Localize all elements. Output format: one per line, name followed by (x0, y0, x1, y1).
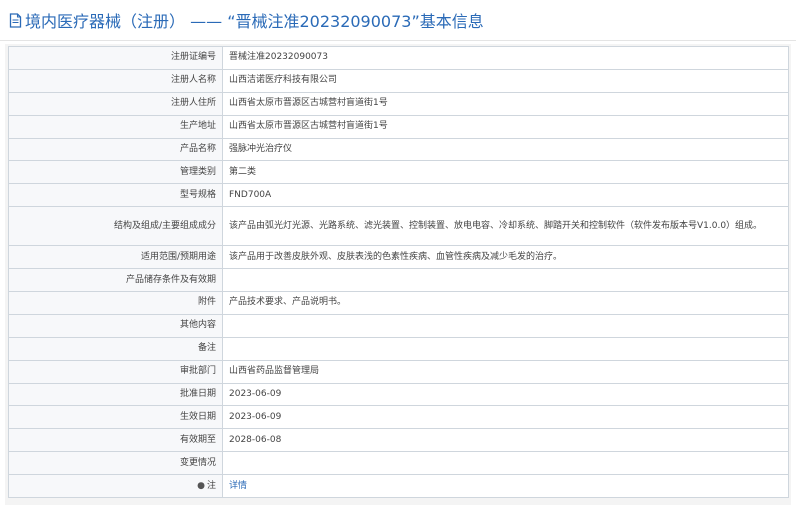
row-value: 该产品用于改善皮肤外观、皮肤表浅的色素性疾病、血管性疾病及减少毛发的治疗。 (222, 245, 789, 270)
pin-icon: ● (197, 480, 205, 491)
page-title: 境内医疗器械（注册） —— “晋械注准20232090073”基本信息 (25, 8, 484, 32)
row-value: 产品技术要求、产品说明书。 (222, 291, 789, 315)
row-label: 审批部门 (8, 359, 223, 384)
table-row: ● 注 详情 (8, 474, 789, 499)
row-label: 注册证编号 (8, 46, 223, 70)
row-value: 详情 (222, 474, 789, 499)
note-label-text: 注 (206, 480, 216, 491)
table-row: 产品名称 强脉冲光治疗仪 (8, 137, 789, 162)
table-row: 适用范围/预期用途 该产品用于改善皮肤外观、皮肤表浅的色素性疾病、血管性疾病及减… (8, 245, 789, 270)
row-label: 备注 (8, 336, 223, 361)
row-value: 2023-06-09 (222, 405, 789, 430)
title-dash: —— (185, 12, 228, 31)
info-table: 注册证编号 晋械注准20232090073 注册人名称 山西洁诺医疗科技有限公司… (8, 46, 789, 499)
table-row: 备注 (8, 336, 789, 361)
row-value: 山西省太原市晋源区古城营村盲道街1号 (222, 91, 789, 116)
table-row: 附件 产品技术要求、产品说明书。 (8, 291, 789, 315)
note-row-label: ● 注 (8, 474, 223, 499)
row-value: 2023-06-09 (222, 382, 789, 407)
table-row: 其他内容 (8, 313, 789, 338)
table-row: 变更情况 (8, 451, 789, 476)
row-value: 晋械注准20232090073 (222, 46, 789, 70)
table-row: 生产地址 山西省太原市晋源区古城营村盲道街1号 (8, 114, 789, 139)
page-header: 境内医疗器械（注册） —— “晋械注准20232090073”基本信息 (0, 0, 796, 40)
table-row: 产品储存条件及有效期 (8, 268, 789, 293)
table-row: 注册人名称 山西洁诺医疗科技有限公司 (8, 68, 789, 93)
row-label: 批准日期 (8, 382, 223, 407)
row-value: 强脉冲光治疗仪 (222, 137, 789, 162)
row-label: 生产地址 (8, 114, 223, 139)
table-row: 生效日期 2023-06-09 (8, 405, 789, 430)
table-row: 结构及组成/主要组成成分 该产品由弧光灯光源、光路系统、滤光装置、控制装置、放电… (8, 206, 789, 247)
row-value (222, 336, 789, 361)
row-value: 山西洁诺医疗科技有限公司 (222, 68, 789, 93)
row-label: 附件 (8, 291, 223, 315)
document-icon (8, 12, 22, 28)
title-record: “晋械注准20232090073”基本信息 (227, 12, 484, 31)
row-label: 生效日期 (8, 405, 223, 430)
row-label: 适用范围/预期用途 (8, 245, 223, 270)
row-value: 山西省药品监督管理局 (222, 359, 789, 384)
row-label: 注册人名称 (8, 68, 223, 93)
row-label: 产品储存条件及有效期 (8, 268, 223, 293)
details-link[interactable]: 详情 (229, 481, 247, 491)
table-row: 注册人住所 山西省太原市晋源区古城营村盲道街1号 (8, 91, 789, 116)
table-row: 注册证编号 晋械注准20232090073 (8, 46, 789, 70)
row-label: 型号规格 (8, 183, 223, 208)
table-row: 有效期至 2028-06-08 (8, 428, 789, 453)
row-value: 2028-06-08 (222, 428, 789, 453)
row-label: 变更情况 (8, 451, 223, 476)
header-divider (0, 40, 796, 41)
row-value: 第二类 (222, 160, 789, 185)
row-value: FND700A (222, 183, 789, 208)
row-value (222, 313, 789, 338)
table-row: 型号规格 FND700A (8, 183, 789, 208)
row-value: 山西省太原市晋源区古城营村盲道街1号 (222, 114, 789, 139)
row-label: 有效期至 (8, 428, 223, 453)
row-label: 结构及组成/主要组成成分 (8, 206, 223, 247)
row-value: 该产品由弧光灯光源、光路系统、滤光装置、控制装置、放电电容、冷却系统、脚踏开关和… (222, 206, 789, 247)
row-label: 产品名称 (8, 137, 223, 162)
table-row: 管理类别 第二类 (8, 160, 789, 185)
row-value (222, 268, 789, 293)
row-label: 其他内容 (8, 313, 223, 338)
row-value (222, 451, 789, 476)
table-row: 审批部门 山西省药品监督管理局 (8, 359, 789, 384)
row-label: 管理类别 (8, 160, 223, 185)
table-row: 批准日期 2023-06-09 (8, 382, 789, 407)
title-category: 境内医疗器械（注册） (25, 12, 186, 31)
row-label: 注册人住所 (8, 91, 223, 116)
